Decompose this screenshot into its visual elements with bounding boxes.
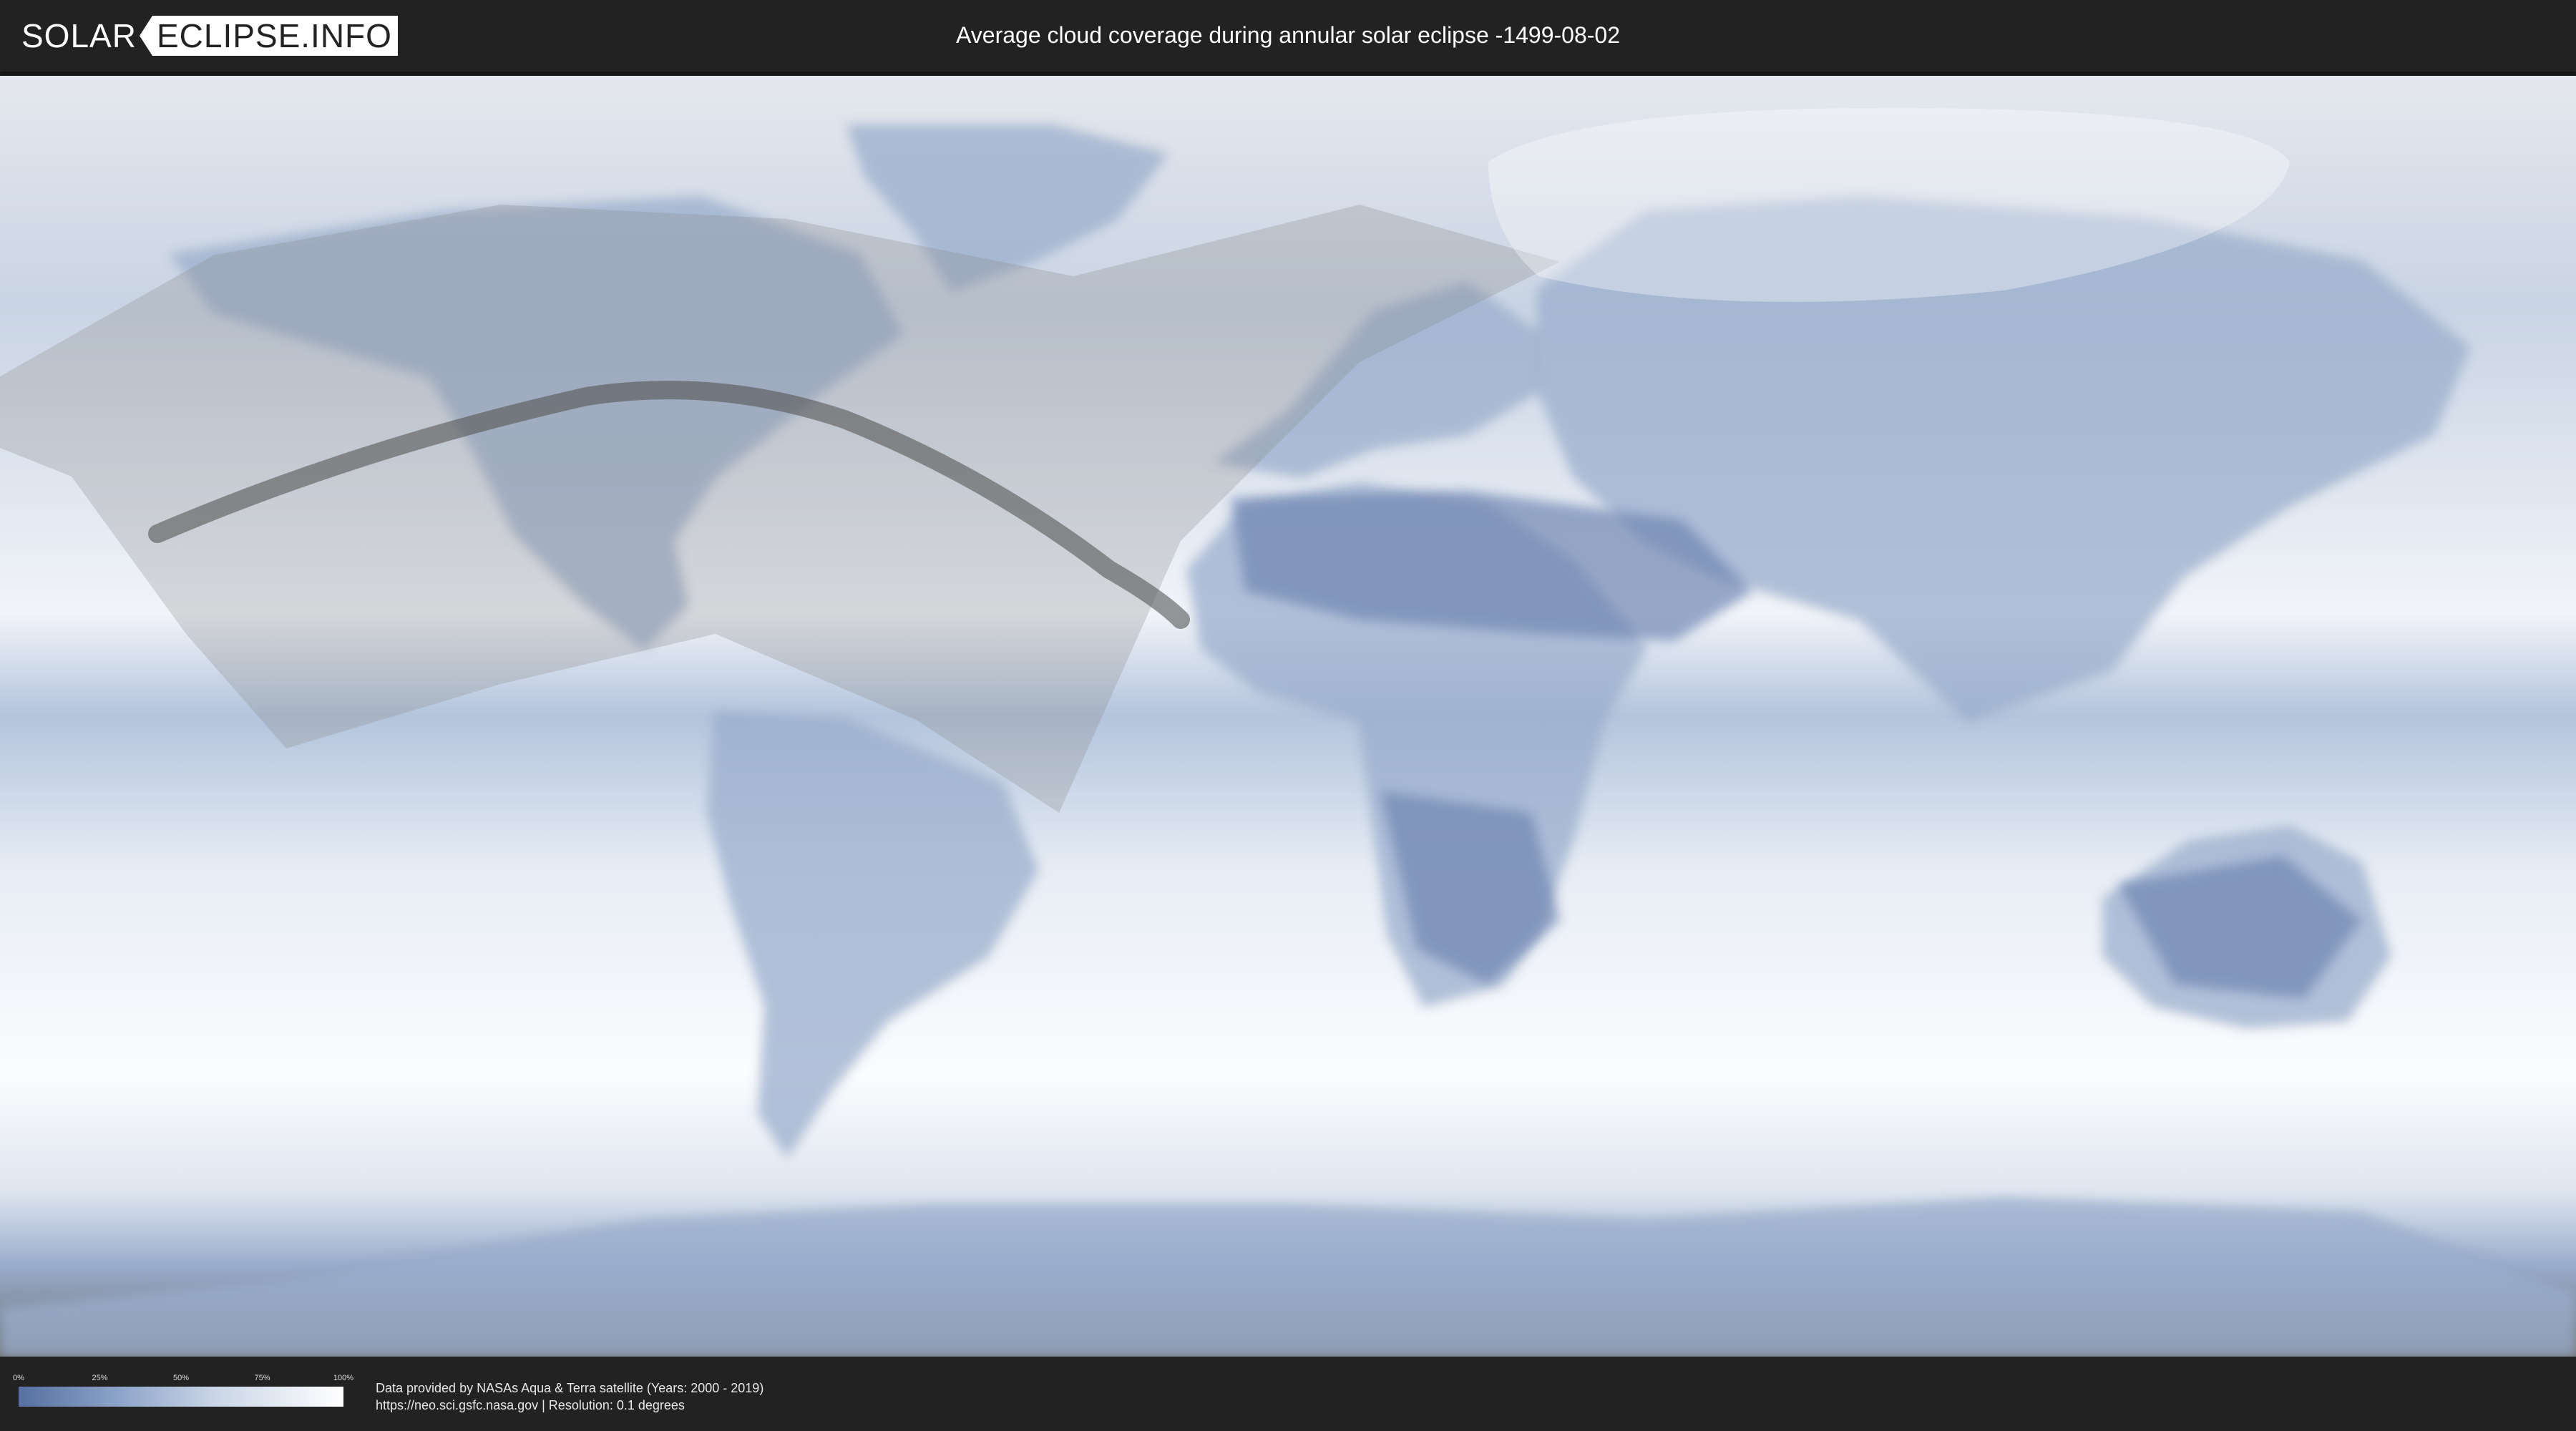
page-title: Average cloud coverage during annular so… bbox=[956, 22, 1620, 48]
header-bar: SOLAR ECLIPSE.INFO Average cloud coverag… bbox=[0, 0, 2576, 72]
legend-tick-100: 100% bbox=[333, 1374, 354, 1382]
credits-line-url: https://neo.sci.gsfc.nasa.gov | Resoluti… bbox=[376, 1398, 685, 1412]
world-map-svg bbox=[0, 76, 2576, 1357]
credits-line-source: Data provided by NASAs Aqua & Terra sate… bbox=[376, 1381, 764, 1395]
legend-tick-0: 0% bbox=[13, 1374, 24, 1382]
legend-gradient-bar bbox=[19, 1387, 343, 1407]
world-map bbox=[0, 76, 2576, 1357]
footer-bar: 0% 25% 50% 75% 100% Data provided by NAS… bbox=[0, 1357, 2576, 1431]
legend-tick-25: 25% bbox=[92, 1374, 108, 1382]
legend-tick-75: 75% bbox=[254, 1374, 270, 1382]
legend-tick-50: 50% bbox=[172, 1374, 190, 1382]
data-credits: Data provided by NASAs Aqua & Terra sate… bbox=[376, 1379, 763, 1414]
